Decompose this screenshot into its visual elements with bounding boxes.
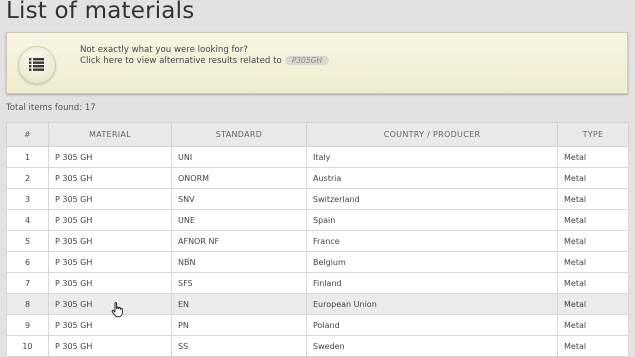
- row-number: 4: [6, 209, 49, 231]
- material-tag[interactable]: P305GH: [284, 56, 330, 65]
- list-icon: [29, 58, 44, 71]
- column-header-type[interactable]: TYPE: [557, 122, 629, 147]
- row-number: 3: [6, 188, 49, 210]
- material-cell[interactable]: P 305 GH: [48, 167, 172, 189]
- table-row[interactable]: 2 P 305 GH ONORM Austria Metal: [6, 167, 629, 189]
- type-cell[interactable]: Metal: [557, 251, 629, 273]
- type-cell[interactable]: Metal: [557, 188, 629, 210]
- row-number: 1: [6, 146, 49, 168]
- standard-cell[interactable]: SFS: [171, 272, 307, 294]
- column-header-material[interactable]: MATERIAL: [48, 122, 172, 147]
- page-title: List of materials: [6, 0, 195, 24]
- table-row[interactable]: 4 P 305 GH UNE Spain Metal: [6, 209, 629, 231]
- table-row[interactable]: 6 P 305 GH NBN Belgium Metal: [6, 251, 629, 273]
- table-row[interactable]: 10 P 305 GH SS Sweden Metal: [6, 335, 629, 357]
- type-cell[interactable]: Metal: [557, 314, 629, 336]
- column-header-number[interactable]: #: [6, 122, 49, 147]
- country-cell[interactable]: Austria: [306, 167, 558, 189]
- row-number: 10: [6, 335, 49, 357]
- banner-link-text[interactable]: Click here to view alternative results r…: [80, 56, 282, 66]
- table-row[interactable]: 3 P 305 GH SNV Switzerland Metal: [6, 188, 629, 210]
- table-header-row: # MATERIAL STANDARD COUNTRY / PRODUCER T…: [6, 122, 629, 147]
- row-number: 8: [6, 293, 49, 315]
- table-row-highlighted[interactable]: 8 P 305 GH EN European Union Metal: [6, 293, 629, 315]
- material-cell[interactable]: P 305 GH: [48, 209, 172, 231]
- table-row[interactable]: 1 P 305 GH UNI Italy Metal: [6, 146, 629, 168]
- material-cell[interactable]: P 305 GH: [48, 335, 172, 357]
- banner-question: Not exactly what you were looking for?: [80, 45, 248, 55]
- country-cell[interactable]: France: [306, 230, 558, 252]
- material-cell[interactable]: P 305 GH: [48, 314, 172, 336]
- standard-cell[interactable]: AFNOR NF: [171, 230, 307, 252]
- banner-text[interactable]: Not exactly what you were looking for? C…: [80, 45, 330, 67]
- column-header-standard[interactable]: STANDARD: [171, 122, 307, 147]
- row-number: 2: [6, 167, 49, 189]
- type-cell[interactable]: Metal: [557, 167, 629, 189]
- country-cell[interactable]: Switzerland: [306, 188, 558, 210]
- row-number: 5: [6, 230, 49, 252]
- material-cell[interactable]: P 305 GH: [48, 188, 172, 210]
- total-items-count: Total items found: 17: [6, 103, 96, 113]
- row-number: 7: [6, 272, 49, 294]
- hand-pointer-icon: [111, 302, 123, 318]
- material-cell[interactable]: P 305 GH: [48, 251, 172, 273]
- standard-cell[interactable]: PN: [171, 314, 307, 336]
- type-cell[interactable]: Metal: [557, 209, 629, 231]
- materials-table: # MATERIAL STANDARD COUNTRY / PRODUCER T…: [6, 122, 629, 357]
- standard-cell[interactable]: UNE: [171, 209, 307, 231]
- country-cell[interactable]: European Union: [306, 293, 558, 315]
- country-cell[interactable]: Sweden: [306, 335, 558, 357]
- column-header-country[interactable]: COUNTRY / PRODUCER: [306, 122, 558, 147]
- standard-cell[interactable]: ONORM: [171, 167, 307, 189]
- type-cell[interactable]: Metal: [557, 293, 629, 315]
- table-row[interactable]: 7 P 305 GH SFS Finland Metal: [6, 272, 629, 294]
- standard-cell[interactable]: SS: [171, 335, 307, 357]
- table-row[interactable]: 5 P 305 GH AFNOR NF France Metal: [6, 230, 629, 252]
- country-cell[interactable]: Italy: [306, 146, 558, 168]
- standard-cell[interactable]: SNV: [171, 188, 307, 210]
- row-number: 9: [6, 314, 49, 336]
- standard-cell[interactable]: NBN: [171, 251, 307, 273]
- material-cell[interactable]: P 305 GH: [48, 272, 172, 294]
- material-cell[interactable]: P 305 GH: [48, 293, 172, 315]
- type-cell[interactable]: Metal: [557, 146, 629, 168]
- standard-cell[interactable]: UNI: [171, 146, 307, 168]
- alternative-results-banner[interactable]: Not exactly what you were looking for? C…: [6, 32, 628, 94]
- standard-cell[interactable]: EN: [171, 293, 307, 315]
- alternative-results-button[interactable]: [18, 46, 56, 84]
- type-cell[interactable]: Metal: [557, 230, 629, 252]
- country-cell[interactable]: Belgium: [306, 251, 558, 273]
- material-cell[interactable]: P 305 GH: [48, 146, 172, 168]
- country-cell[interactable]: Spain: [306, 209, 558, 231]
- type-cell[interactable]: Metal: [557, 335, 629, 357]
- material-cell[interactable]: P 305 GH: [48, 230, 172, 252]
- country-cell[interactable]: Finland: [306, 272, 558, 294]
- type-cell[interactable]: Metal: [557, 272, 629, 294]
- country-cell[interactable]: Poland: [306, 314, 558, 336]
- table-row[interactable]: 9 P 305 GH PN Poland Metal: [6, 314, 629, 336]
- row-number: 6: [6, 251, 49, 273]
